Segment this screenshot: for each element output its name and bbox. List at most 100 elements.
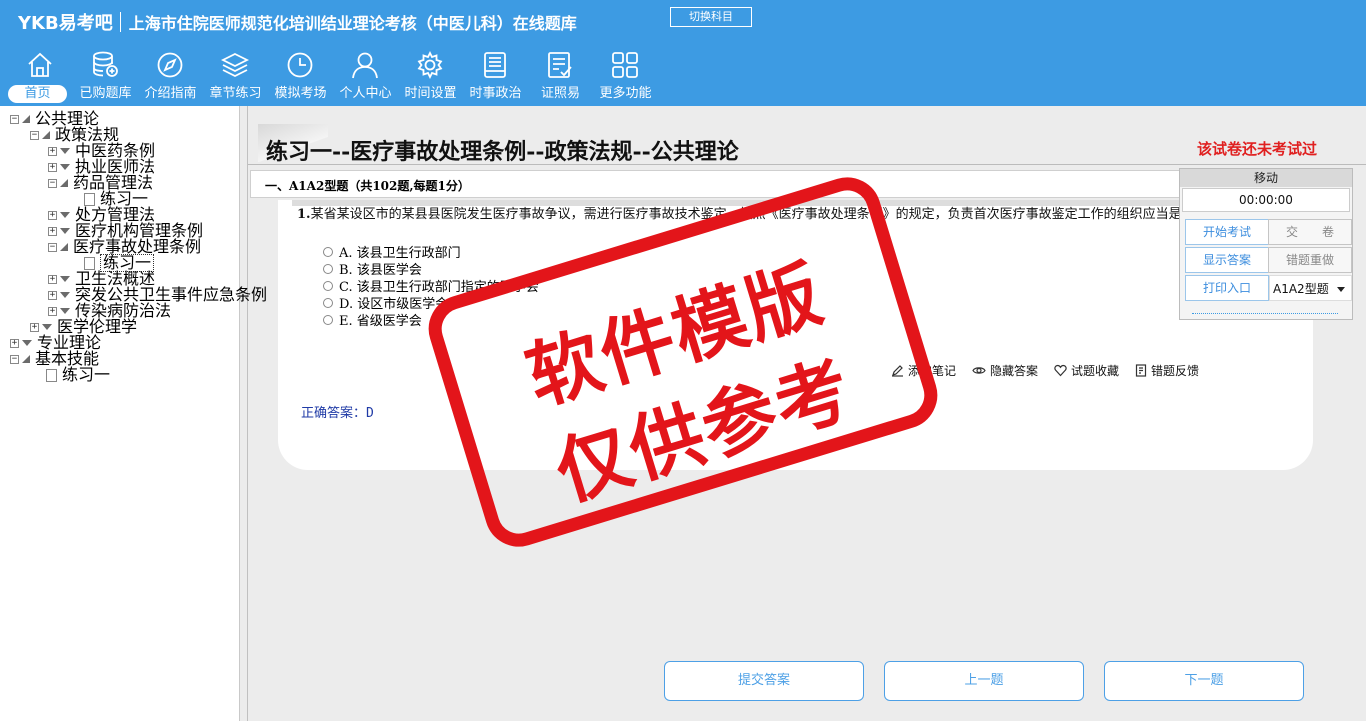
expand-icon[interactable]: +: [48, 306, 57, 316]
hide-answer-button[interactable]: 隐藏答案: [972, 362, 1038, 379]
nav-chapter[interactable]: 章节练习: [203, 48, 268, 104]
clock-icon: [287, 52, 313, 78]
folder-open-icon: [42, 131, 50, 139]
redo-wrong-button[interactable]: 错题重做: [1268, 247, 1352, 273]
nav-more[interactable]: 更多功能: [593, 48, 658, 104]
folder-open-icon: [22, 355, 30, 363]
nav-guide-label: 介绍指南: [144, 86, 197, 101]
folder-closed-icon: [60, 148, 70, 154]
heart-icon: [1054, 364, 1067, 377]
grid-icon: [612, 52, 638, 78]
nav-license-label: 证照易: [540, 86, 580, 101]
nav-time-settings[interactable]: 时间设置: [398, 48, 463, 104]
home-icon: [28, 52, 52, 77]
option-e[interactable]: E. 省级医学会: [323, 310, 422, 329]
compass-icon: [157, 52, 183, 78]
folder-closed-icon: [60, 276, 70, 282]
news-icon: [484, 52, 506, 78]
title-divider: [248, 164, 1366, 165]
brand: YKB易考吧 上海市住院医师规范化培训结业理论考核（中医儿科）在线题库: [18, 9, 577, 35]
correct-answer-value: D: [366, 406, 374, 421]
app-logo: YKB易考吧: [18, 13, 113, 34]
eye-icon: [972, 367, 986, 374]
folder-open-icon: [60, 179, 68, 187]
nav-guide[interactable]: 介绍指南: [138, 48, 203, 104]
panel-move-handle[interactable]: 移动: [1180, 169, 1352, 187]
hide-answer-label: 隐藏答案: [990, 364, 1039, 378]
nav-purchased[interactable]: 已购题库: [73, 48, 138, 104]
nav-purchased-label: 已购题库: [79, 86, 132, 101]
nav-mock-label: 模拟考场: [274, 86, 327, 101]
favorite-button[interactable]: 试题收藏: [1054, 362, 1119, 379]
nav-chapter-label: 章节练习: [209, 86, 262, 101]
user-icon: [352, 52, 378, 79]
print-button[interactable]: 打印入口: [1185, 275, 1269, 301]
nav-user-label: 个人中心: [339, 86, 392, 101]
show-answer-button[interactable]: 显示答案: [1185, 247, 1269, 273]
nav-home[interactable]: 首页: [8, 48, 73, 104]
layers-icon: [220, 52, 250, 78]
radio-button[interactable]: [323, 263, 333, 274]
expand-icon[interactable]: +: [10, 338, 19, 348]
collapse-icon[interactable]: −: [10, 354, 19, 364]
document-icon: [84, 192, 95, 206]
collapse-icon[interactable]: −: [30, 130, 39, 140]
collapse-icon[interactable]: −: [48, 242, 57, 252]
question-number: 1.: [297, 207, 311, 222]
favorite-label: 试题收藏: [1071, 364, 1120, 378]
panel-slider[interactable]: [1192, 313, 1338, 315]
folder-open-icon: [60, 243, 68, 251]
tree-label: 练习一: [62, 365, 111, 384]
expand-icon[interactable]: +: [30, 322, 39, 332]
database-icon: [93, 51, 118, 77]
folder-closed-icon: [60, 308, 70, 314]
radio-button[interactable]: [323, 297, 333, 308]
expand-icon[interactable]: +: [48, 210, 57, 220]
folder-closed-icon: [60, 164, 70, 170]
radio-button[interactable]: [323, 314, 333, 325]
chevron-down-icon: [1337, 287, 1345, 292]
expand-icon[interactable]: +: [48, 274, 57, 284]
nav-time-settings-label: 时间设置: [404, 86, 457, 101]
expand-icon[interactable]: +: [48, 162, 57, 172]
nav-politics[interactable]: 时事政治: [463, 48, 528, 104]
expand-icon[interactable]: +: [48, 146, 57, 156]
gear-icon: [417, 50, 443, 80]
collapse-icon[interactable]: −: [48, 178, 57, 188]
folder-closed-icon: [60, 228, 70, 234]
expand-icon[interactable]: +: [48, 290, 57, 300]
nav-more-label: 更多功能: [599, 86, 652, 101]
expand-icon[interactable]: +: [48, 226, 57, 236]
main-nav: 首页 已购题库 介绍指南 章节练习 模拟考场 个人中心 时间设置 时事政治 证照…: [8, 48, 658, 106]
nav-mock[interactable]: 模拟考场: [268, 48, 333, 104]
feedback-icon: [1135, 364, 1147, 377]
folder-closed-icon: [60, 212, 70, 218]
nav-user[interactable]: 个人中心: [333, 48, 398, 104]
document-icon: [84, 256, 95, 270]
prev-question-button[interactable]: 上一题: [884, 661, 1084, 701]
folder-closed-icon: [60, 292, 70, 298]
section-title: 一、A1A2型题（共102题,每题1分）: [265, 179, 470, 193]
correct-answer-label: 正确答案：: [301, 406, 367, 421]
next-question-button[interactable]: 下一题: [1104, 661, 1304, 701]
nav-home-label: 首页: [8, 85, 67, 103]
nav-license[interactable]: 证照易: [528, 48, 593, 104]
collapse-icon[interactable]: −: [10, 114, 19, 124]
checklist-icon: [548, 52, 572, 78]
radio-button[interactable]: [323, 246, 333, 257]
switch-subject-button[interactable]: 切换科目: [670, 7, 752, 27]
document-icon: [46, 368, 57, 382]
page-title: 练习一--医疗事故处理条例--政策法规--公共理论: [266, 139, 739, 165]
brand-divider: [119, 12, 121, 32]
radio-button[interactable]: [323, 280, 333, 291]
start-exam-button[interactable]: 开始考试: [1185, 219, 1269, 245]
feedback-button[interactable]: 错题反馈: [1135, 362, 1199, 379]
folder-closed-icon: [42, 324, 52, 330]
folder-closed-icon: [22, 340, 32, 346]
question-type-select[interactable]: A1A2型题: [1269, 275, 1352, 301]
tree-node-skills-exercise-1[interactable]: 练习一: [46, 367, 110, 383]
submit-answer-button[interactable]: 提交答案: [664, 661, 864, 701]
option-label: E. 省级医学会: [339, 314, 422, 329]
submit-paper-button[interactable]: 交 卷: [1268, 219, 1352, 245]
question-type-value: A1A2型题: [1273, 282, 1329, 296]
